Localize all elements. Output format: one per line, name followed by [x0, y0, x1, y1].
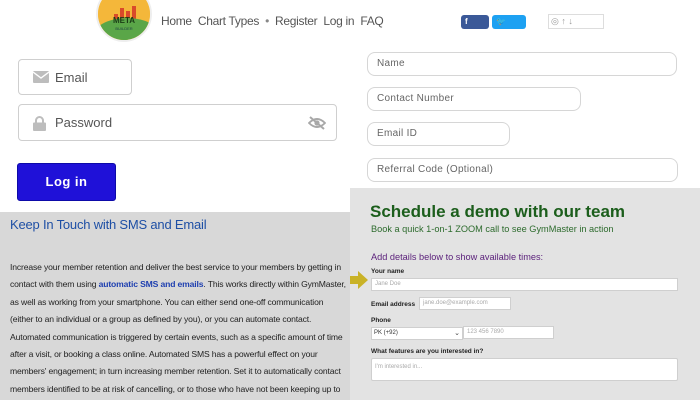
demo-subtitle: Book a quick 1-on-1 ZOOM call to see Gym…: [371, 224, 614, 234]
sms-section-title: Keep In Touch with SMS and Email: [10, 217, 207, 232]
downvote-icon[interactable]: ↓: [568, 16, 573, 26]
country-code-value: PK (+92): [374, 330, 398, 336]
arrow-right-icon: [350, 271, 368, 289]
features-label: What features are you interested in?: [371, 348, 484, 355]
chevron-down-icon: ⌄: [454, 330, 460, 337]
login-password-label: Password: [55, 115, 113, 130]
login-password-field[interactable]: Password: [18, 104, 337, 141]
tweet-label: Tweet: [496, 31, 519, 40]
email-address-label: Email address: [371, 301, 416, 308]
automatic-sms-link[interactable]: automatic SMS and emails: [99, 279, 204, 289]
nav-chart-types[interactable]: Chart Types: [198, 14, 259, 28]
site-header: META BUILDER Home Chart Types • Register…: [0, 0, 700, 44]
email-id-input[interactable]: Email ID: [367, 122, 510, 146]
referral-code-input[interactable]: Referral Code (Optional): [367, 158, 678, 182]
logo-subtext: BUILDER: [115, 26, 133, 31]
your-name-label: Your name: [371, 268, 405, 275]
top-navigation: Home Chart Types • Register Log in FAQ: [161, 14, 386, 28]
vote-widget[interactable]: ◎ ↑ ↓: [548, 14, 604, 29]
site-logo[interactable]: META BUILDER: [96, 0, 152, 42]
name-input[interactable]: Name: [367, 52, 677, 76]
features-textarea[interactable]: I'm interested in...: [371, 358, 678, 381]
demo-title: Schedule a demo with our team: [370, 202, 626, 221]
nav-register[interactable]: Register: [275, 14, 318, 28]
envelope-icon: [33, 71, 49, 83]
email-address-input[interactable]: jane.doe@example.com: [419, 297, 511, 310]
share-label: Share: [465, 31, 488, 40]
login-email-label: Email: [55, 70, 88, 85]
country-code-select[interactable]: PK (+92) ⌄: [371, 327, 463, 340]
nav-faq[interactable]: FAQ: [360, 14, 383, 28]
phone-number-input[interactable]: 123 456 7890: [463, 326, 554, 339]
login-button[interactable]: Log in: [17, 163, 116, 201]
contact-number-input[interactable]: Contact Number: [367, 87, 581, 111]
nav-log-in[interactable]: Log in: [323, 14, 354, 28]
sms-email-section: Keep In Touch with SMS and Email Increas…: [0, 212, 352, 400]
demo-instructions: Add details below to show available time…: [371, 252, 544, 262]
nav-separator: •: [265, 14, 269, 28]
logo-text: META: [112, 16, 136, 25]
twitter-icon: 🐦: [496, 17, 506, 26]
sms-body-rest: . This works directly within GymMaster, …: [10, 279, 346, 394]
your-name-input[interactable]: Jane Doe: [371, 278, 678, 291]
lock-icon: [33, 116, 46, 131]
nav-home[interactable]: Home: [161, 14, 192, 28]
schedule-demo-panel: Schedule a demo with our team Book a qui…: [350, 188, 700, 400]
reddit-icon: ◎: [551, 16, 559, 26]
login-email-field[interactable]: Email: [18, 59, 132, 95]
facebook-icon: f: [465, 17, 468, 26]
tweet-button[interactable]: 🐦 Tweet: [492, 15, 526, 40]
sms-section-body: Increase your member retention and deliv…: [10, 259, 348, 400]
facebook-share-button[interactable]: f Share: [461, 15, 489, 40]
phone-label: Phone: [371, 317, 391, 324]
upvote-icon[interactable]: ↑: [561, 16, 566, 26]
hide-password-icon[interactable]: [308, 116, 326, 130]
